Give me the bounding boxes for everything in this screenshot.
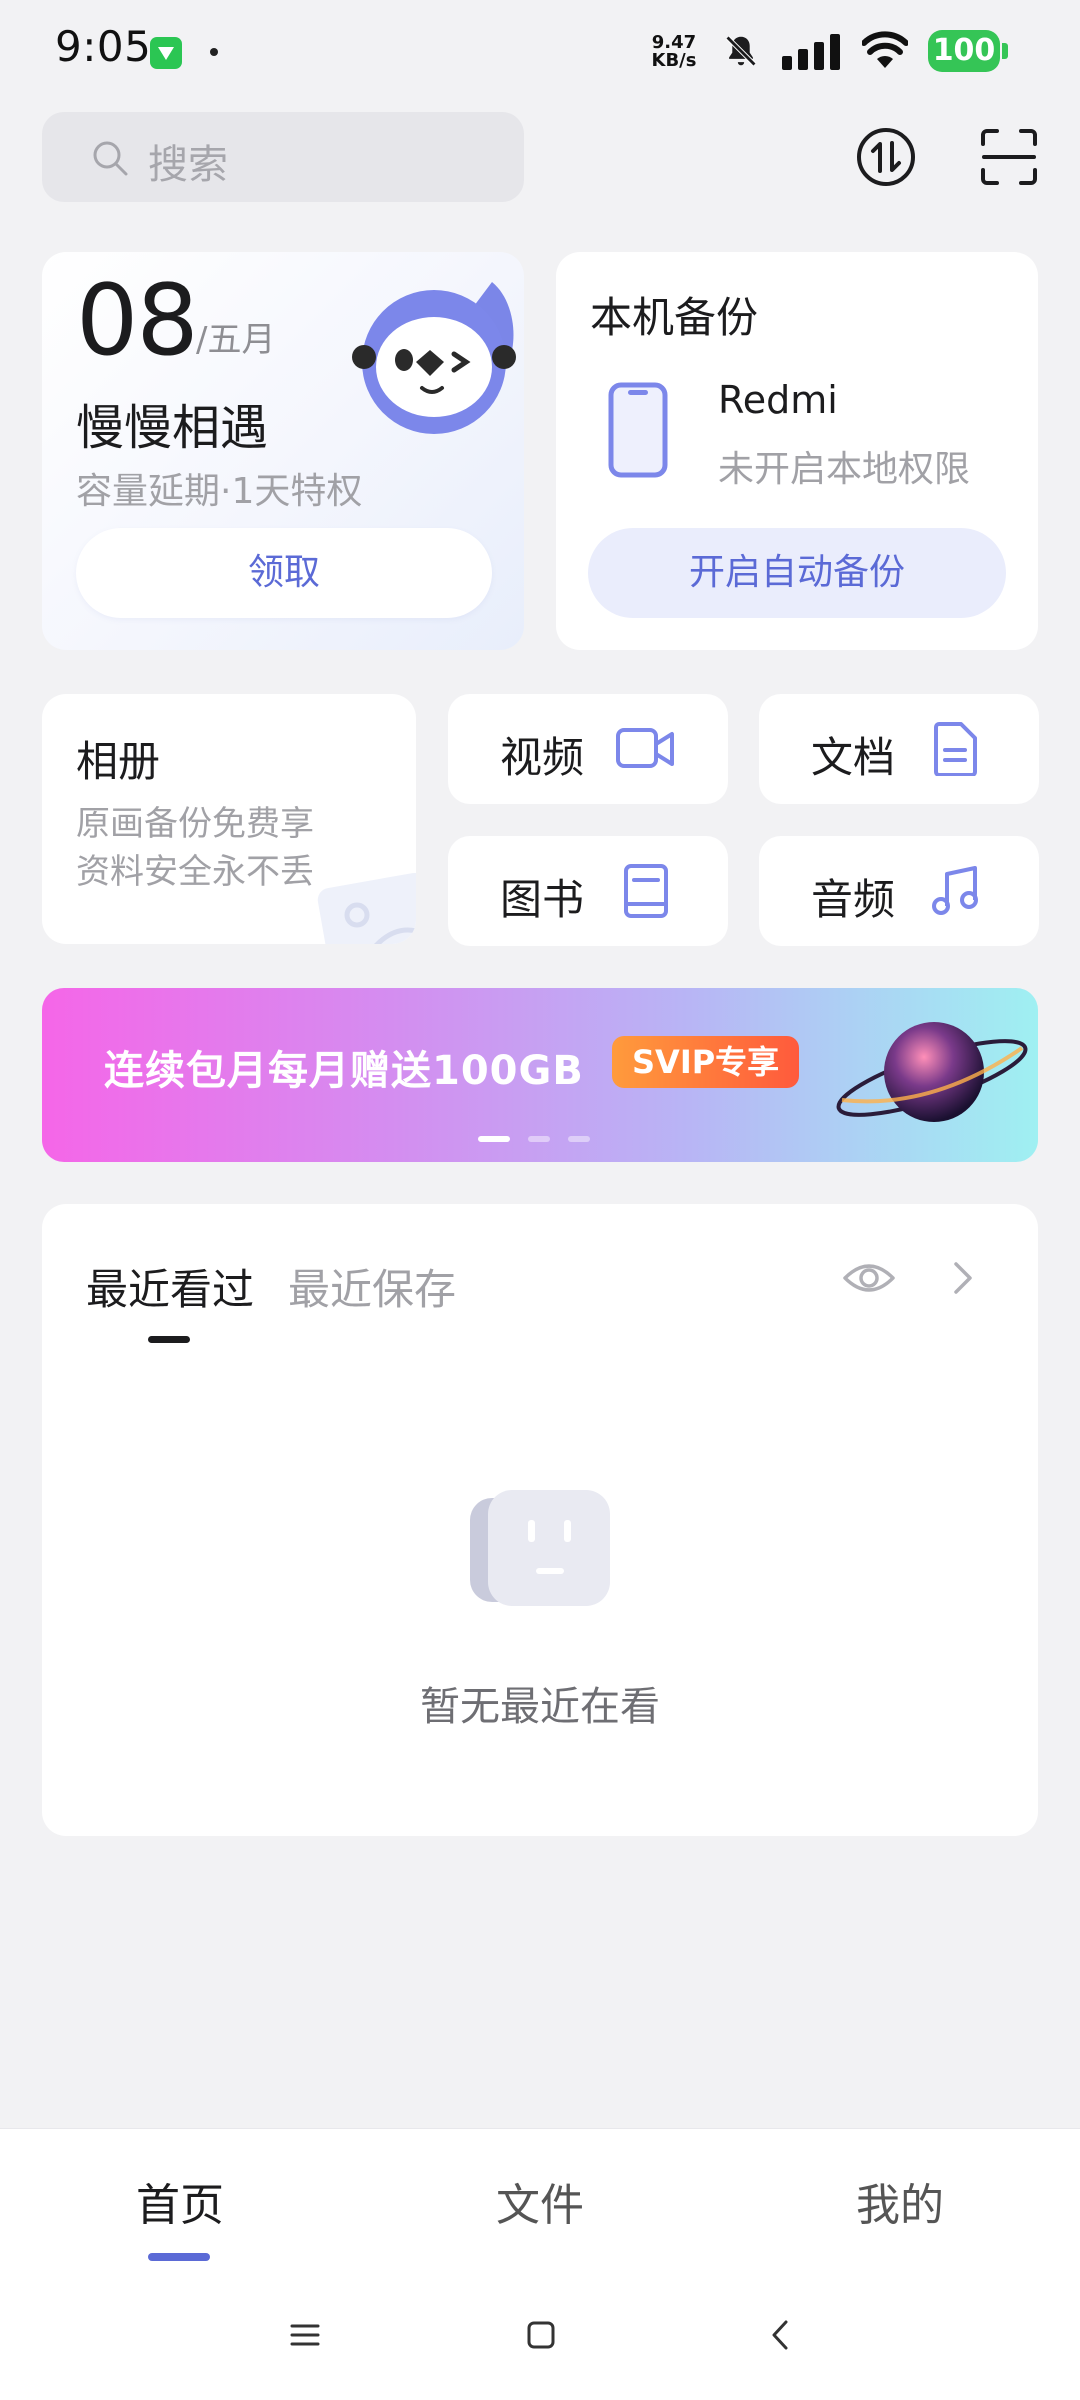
video-label: 视频 <box>500 733 585 782</box>
mascot-icon <box>352 282 516 434</box>
banner-dot-active <box>478 1136 510 1142</box>
month-label: /五月 <box>196 320 276 360</box>
daily-subtitle: 容量延期·1天特权 <box>76 471 363 512</box>
album-card[interactable]: 相册 原画备份免费享 资料安全永不丢 <box>42 694 416 944</box>
album-desc-line2: 资料安全永不丢 <box>76 852 314 892</box>
status-time: 9:05 <box>55 22 152 71</box>
phone-icon <box>608 382 668 478</box>
network-speed: 9.47 KB/s <box>648 34 700 70</box>
system-home-icon[interactable] <box>524 2318 558 2352</box>
tab-recently-saved[interactable]: 最近保存 <box>288 1256 456 1317</box>
enable-auto-backup-button[interactable]: 开启自动备份 <box>588 528 1006 618</box>
audio-tile[interactable]: 音频 <box>759 836 1039 946</box>
tab-indicator <box>148 1336 190 1343</box>
wifi-icon <box>862 31 908 68</box>
album-desc-line1: 原画备份免费享 <box>76 804 314 844</box>
document-label: 文档 <box>811 733 896 782</box>
chevron-right-icon[interactable] <box>950 1260 976 1296</box>
search-icon <box>93 141 128 176</box>
recent-card: 最近看过 最近保存 暂无最近在看 <box>42 1204 1038 1836</box>
daily-title: 慢慢相遇 <box>76 400 269 456</box>
system-back-icon[interactable] <box>764 2318 798 2352</box>
nav-files[interactable]: 文件 <box>440 2169 640 2233</box>
bottom-navigation: 首页 文件 我的 <box>0 2128 1080 2400</box>
battery-icon: 100 <box>928 30 1008 72</box>
book-tile[interactable]: 图书 <box>448 836 728 946</box>
signal-icon <box>782 34 840 70</box>
search-placeholder: 搜索 <box>148 142 228 188</box>
video-icon <box>616 728 674 768</box>
day-number: 08 <box>76 264 199 378</box>
photo-decor-icon <box>317 872 416 944</box>
device-name: Redmi <box>718 378 838 422</box>
backup-title: 本机备份 <box>590 293 759 342</box>
eye-icon[interactable] <box>842 1256 896 1300</box>
app-notification-icon <box>150 37 182 69</box>
music-note-icon <box>932 866 978 915</box>
planet-icon <box>836 1022 1028 1122</box>
nav-active-indicator <box>148 2253 210 2261</box>
empty-state-text: 暂无最近在看 <box>420 1684 660 1730</box>
banner-dot <box>528 1136 550 1142</box>
battery-level: 100 <box>928 30 1000 72</box>
banner-pagination <box>478 1136 608 1144</box>
bell-mute-icon <box>725 35 757 67</box>
svip-badge: SVIP专享 <box>612 1036 800 1088</box>
daily-card[interactable]: 08 /五月 慢慢相遇 容量延期·1天特权 领取 <box>42 252 524 650</box>
banner-dot <box>568 1136 590 1142</box>
document-tile[interactable]: 文档 <box>759 694 1039 804</box>
document-icon <box>934 722 977 776</box>
book-label: 图书 <box>500 875 585 924</box>
network-speed-unit: KB/s <box>651 50 697 71</box>
system-menu-icon[interactable] <box>288 2318 322 2352</box>
banner-text: 连续包月每月赠送100GB <box>104 1048 584 1094</box>
claim-button[interactable]: 领取 <box>76 528 492 618</box>
scan-icon[interactable] <box>980 128 1038 186</box>
search-input[interactable]: 搜索 <box>42 112 524 202</box>
more-notifications-dot-icon <box>210 48 218 56</box>
empty-state-robot-icon <box>470 1490 610 1606</box>
transfer-icon[interactable] <box>855 126 917 188</box>
book-icon <box>624 864 668 918</box>
local-backup-card[interactable]: 本机备份 Redmi 未开启本地权限 开启自动备份 <box>556 252 1038 650</box>
promo-banner[interactable]: 连续包月每月赠送100GB SVIP专享 <box>42 988 1038 1162</box>
battery-cap <box>1002 43 1008 59</box>
album-title: 相册 <box>76 737 161 786</box>
device-status: 未开启本地权限 <box>718 449 971 490</box>
video-tile[interactable]: 视频 <box>448 694 728 804</box>
tab-recently-viewed[interactable]: 最近看过 <box>86 1256 254 1317</box>
nav-home[interactable]: 首页 <box>80 2169 280 2233</box>
status-bar: 9:05 9.47 KB/s 100 <box>0 0 1080 100</box>
audio-label: 音频 <box>811 875 896 924</box>
nav-mine[interactable]: 我的 <box>800 2169 1000 2233</box>
